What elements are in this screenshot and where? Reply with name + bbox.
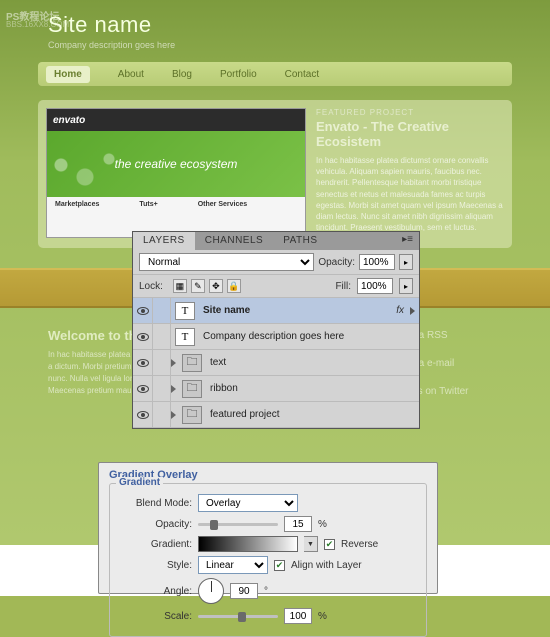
angle-dial[interactable] (198, 578, 224, 604)
folder-icon: 🗀 (182, 354, 202, 372)
panel-tabs: LAYERS CHANNELS PATHS ▸≡ (133, 232, 419, 250)
layer-name: text (210, 357, 226, 368)
nav-blog[interactable]: Blog (172, 69, 192, 80)
site-header: Site name Company description goes here (48, 12, 175, 50)
opacity-slider[interactable] (198, 523, 278, 526)
text-layer-icon: T (175, 302, 195, 320)
fx-expand-icon[interactable] (410, 307, 415, 315)
layer-row[interactable]: 🗀 ribbon (133, 376, 419, 402)
lock-position-icon[interactable]: ✥ (209, 279, 223, 293)
folder-icon: 🗀 (182, 406, 202, 424)
visibility-icon[interactable] (137, 411, 149, 419)
panel-menu-icon[interactable]: ▸≡ (396, 232, 419, 250)
lock-label: Lock: (139, 281, 163, 292)
angle-input[interactable] (230, 583, 258, 599)
nav-contact[interactable]: Contact (285, 69, 319, 80)
layer-name: Company description goes here (203, 331, 344, 342)
layer-name: Site name (203, 305, 250, 316)
layers-panel: LAYERS CHANNELS PATHS ▸≡ Normal Opacity:… (132, 231, 420, 429)
project-thumbnail: envato the creative ecosystem Marketplac… (46, 108, 306, 238)
scale-slider[interactable] (198, 615, 278, 618)
lock-transparency-icon[interactable]: ▦ (173, 279, 187, 293)
nav-about[interactable]: About (118, 69, 144, 80)
blend-mode-select[interactable]: Normal (139, 253, 314, 271)
folder-expand-icon[interactable] (171, 359, 176, 367)
project-label: FEATURED PROJECT (316, 108, 504, 117)
opacity-label: Opacity: (120, 519, 192, 530)
main-nav: Home About Blog Portfolio Contact (38, 62, 512, 86)
degree-label: ° (264, 586, 268, 597)
thumb-col-2: Tuts+ (139, 201, 157, 208)
visibility-icon[interactable] (137, 359, 149, 367)
blend-mode-select[interactable]: Overlay (198, 494, 298, 512)
nav-portfolio[interactable]: Portfolio (220, 69, 257, 80)
blend-mode-label: Blend Mode: (120, 498, 192, 509)
scale-input[interactable] (284, 608, 312, 624)
angle-label: Angle: (120, 586, 192, 597)
layer-row[interactable]: 🗀 text (133, 350, 419, 376)
layer-row[interactable]: T Site name fx (133, 298, 419, 324)
gradient-label: Gradient: (120, 539, 192, 550)
nav-home[interactable]: Home (46, 66, 90, 83)
fill-input[interactable] (357, 278, 393, 294)
scale-label: Scale: (120, 611, 192, 622)
opacity-input[interactable] (284, 516, 312, 532)
layer-row[interactable]: 🗀 featured project (133, 402, 419, 428)
reverse-label: Reverse (341, 539, 378, 550)
folder-expand-icon[interactable] (171, 411, 176, 419)
fieldset-legend: Gradient (116, 477, 163, 488)
thumb-logo: envato (53, 115, 85, 126)
tab-layers[interactable]: LAYERS (133, 232, 195, 250)
lock-pixels-icon[interactable]: ✎ (191, 279, 205, 293)
text-layer-icon: T (175, 328, 195, 346)
style-select[interactable]: Linear (198, 556, 268, 574)
fx-badge[interactable]: fx (396, 305, 404, 316)
reverse-checkbox[interactable]: ✔ (324, 539, 335, 550)
gradient-overlay-dialog: Gradient Overlay Gradient Blend Mode: Ov… (98, 462, 438, 594)
fill-flyout-icon[interactable]: ▸ (399, 278, 413, 294)
lock-all-icon[interactable]: 🔒 (227, 279, 241, 293)
visibility-icon[interactable] (137, 333, 149, 341)
layer-row[interactable]: T Company description goes here (133, 324, 419, 350)
layer-name: featured project (210, 409, 280, 420)
project-info: FEATURED PROJECT Envato - The Creative E… (316, 108, 504, 240)
slider-thumb[interactable] (238, 612, 246, 622)
percent-label: % (318, 519, 327, 530)
opacity-input[interactable] (359, 254, 395, 270)
page-title: Site name (48, 12, 175, 38)
style-label: Style: (120, 560, 192, 571)
project-description: In hac habitasse platea dictumst ornare … (316, 155, 504, 233)
page-subtitle: Company description goes here (48, 40, 175, 50)
fill-label: Fill: (335, 281, 351, 292)
thumb-col-3: Other Services (198, 201, 247, 208)
folder-icon: 🗀 (182, 380, 202, 398)
visibility-icon[interactable] (137, 385, 149, 393)
folder-expand-icon[interactable] (171, 385, 176, 393)
opacity-flyout-icon[interactable]: ▸ (399, 254, 413, 270)
tab-channels[interactable]: CHANNELS (195, 232, 273, 250)
slider-thumb[interactable] (210, 520, 218, 530)
align-checkbox[interactable]: ✔ (274, 560, 285, 571)
tab-paths[interactable]: PATHS (273, 232, 327, 250)
opacity-label: Opacity: (318, 257, 355, 268)
layer-name: ribbon (210, 383, 238, 394)
percent-label: % (318, 611, 327, 622)
align-label: Align with Layer (291, 560, 362, 571)
layer-list: T Site name fx T Company description goe… (133, 298, 419, 428)
project-title: Envato - The Creative Ecosistem (316, 119, 504, 149)
gradient-picker-icon[interactable]: ▼ (304, 536, 318, 552)
thumb-col-1: Marketplaces (55, 201, 99, 208)
gradient-preview[interactable] (198, 536, 298, 552)
thumb-tagline: the creative ecosystem (115, 157, 238, 171)
visibility-icon[interactable] (137, 307, 149, 315)
featured-project-card: envato the creative ecosystem Marketplac… (38, 100, 512, 248)
